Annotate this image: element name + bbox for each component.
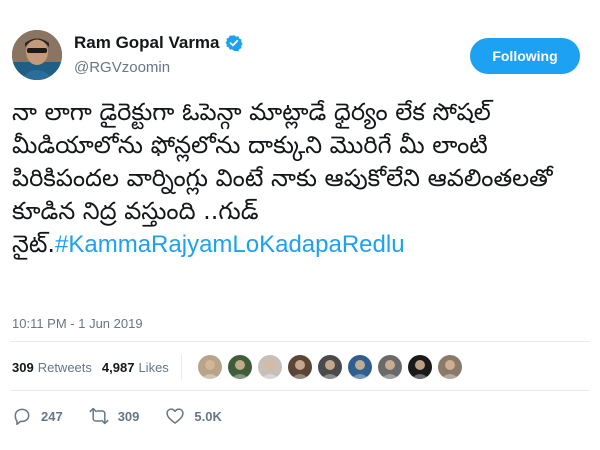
liker-avatar[interactable] [317,355,342,379]
divider [10,390,590,391]
heart-icon [166,408,185,424]
following-button[interactable]: Following [470,38,580,74]
retweets-label: Retweets [37,359,92,375]
tweet-header: Ram Gopal Varma @RGVzoomin Following [12,28,588,86]
retweets-stat[interactable]: 309 Retweets [12,360,92,375]
retweet-icon [89,407,109,425]
liker-avatars [197,355,468,379]
like-button[interactable]: 5.0K [165,406,222,426]
likes-label: Likes [138,359,169,375]
reply-button[interactable]: 247 [12,406,63,426]
liker-avatar[interactable] [407,355,432,379]
liker-avatar[interactable] [437,355,462,379]
user-handle[interactable]: @RGVzoomin [74,59,170,76]
likes-stat[interactable]: 4,987 Likes [102,360,169,375]
tweet-text: నా లాగా డైరెక్టుగా ఓపెన్గా మాట్లాడే ధైర్… [12,96,588,261]
retweet-count: 309 [117,408,140,424]
verified-badge-icon [224,34,243,52]
name-row: Ram Gopal Varma [74,33,243,53]
tweet-actions: 247 309 5.0K [12,404,248,428]
reply-count: 247 [41,408,63,424]
user-avatar[interactable] [12,30,62,80]
divider [10,341,590,342]
likes-count: 4,987 [101,359,135,375]
liker-avatar[interactable] [227,355,252,379]
liker-avatar[interactable] [347,355,372,379]
liker-avatar[interactable] [257,355,282,379]
tweet-stats: 309 Retweets 4,987 Likes [12,354,468,380]
retweet-button[interactable]: 309 [89,406,140,426]
liker-avatar[interactable] [197,355,222,379]
hashtag-link[interactable]: #KammaRajyamLoKadapaRedlu [55,231,405,258]
liker-avatar[interactable] [377,355,402,379]
liker-avatar[interactable] [287,355,312,379]
retweets-count: 309 [12,359,34,375]
display-name[interactable]: Ram Gopal Varma [74,33,220,53]
reply-icon [14,408,30,426]
tweet-card: Ram Gopal Varma @RGVzoomin Following నా … [0,0,600,450]
tweet-timestamp[interactable]: 10:11 PM - 1 Jun 2019 [12,316,143,331]
like-count: 5.0K [194,408,222,424]
stats-separator [180,354,182,380]
avatar-image [12,30,62,80]
